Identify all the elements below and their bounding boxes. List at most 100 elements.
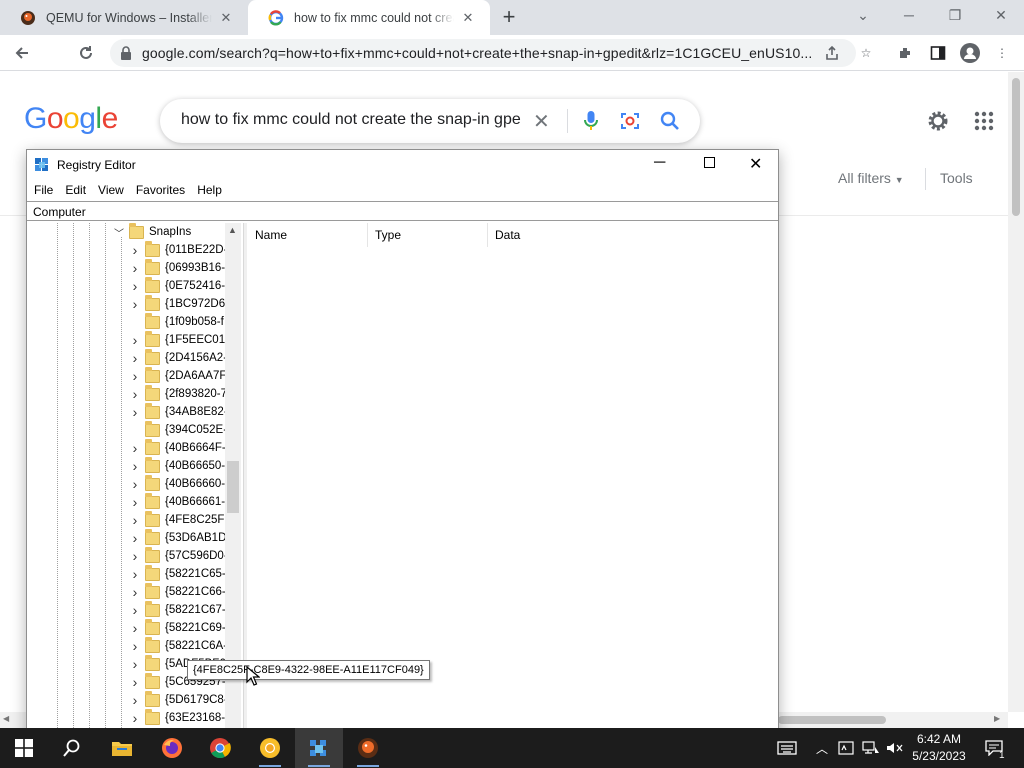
tree-collapsed-chevron-icon[interactable]: › [128, 692, 142, 708]
tree-collapsed-chevron-icon[interactable]: › [128, 548, 142, 564]
tree-node-clsid[interactable]: › {1BC972D6- [128, 294, 229, 313]
bookmark-star-icon[interactable]: ☆ [853, 40, 879, 66]
tab-close-icon[interactable]: ✕ [218, 10, 234, 26]
share-icon[interactable] [824, 45, 840, 61]
menu-help[interactable]: Help [191, 180, 228, 200]
tree-node-clsid[interactable]: {394C052E- [128, 420, 227, 439]
tree-collapsed-chevron-icon[interactable]: › [128, 386, 142, 402]
touch-keyboard-icon[interactable] [776, 728, 798, 768]
regedit-minimize-icon[interactable]: ─ [654, 154, 665, 172]
taskbar-file-explorer[interactable] [98, 728, 146, 768]
regedit-close-icon[interactable]: ✕ [749, 154, 762, 174]
tree-node-clsid[interactable]: › {2f893820-7 [128, 384, 227, 403]
taskbar-chrome[interactable] [196, 728, 244, 768]
tree-node-clsid[interactable]: {1f09b058-f [128, 312, 224, 331]
tab-close-icon[interactable]: ✕ [460, 10, 476, 26]
tree-node-clsid[interactable]: › {40B6664F- [128, 438, 226, 457]
close-window-icon[interactable]: ✕ [978, 0, 1024, 30]
clear-search-icon[interactable]: ✕ [533, 109, 550, 134]
profile-avatar-icon[interactable] [957, 40, 983, 66]
ethernet-icon[interactable] [861, 728, 881, 768]
tree-collapsed-chevron-icon[interactable]: › [128, 620, 142, 636]
menu-edit[interactable]: Edit [59, 180, 92, 200]
new-tab-plus-icon[interactable]: + [498, 6, 520, 29]
tree-collapsed-chevron-icon[interactable]: › [128, 656, 142, 672]
tab-google-search[interactable]: how to fix mmc could not create ✕ [248, 0, 490, 35]
tree-collapsed-chevron-icon[interactable]: › [128, 350, 142, 366]
taskbar-clock[interactable]: 6:42 AM 5/23/2023 [907, 731, 971, 765]
tree-node-clsid[interactable]: › {40B66650- [128, 456, 225, 475]
taskbar-search-button[interactable] [48, 728, 96, 768]
all-filters-dropdown[interactable]: All filters ▼ [838, 170, 904, 186]
tree-node-clsid[interactable]: › {34AB8E82- [128, 402, 228, 421]
tree-collapsed-chevron-icon[interactable]: › [128, 458, 142, 474]
tab-search-chevron-icon[interactable]: ⌄ [840, 0, 886, 30]
menu-view[interactable]: View [92, 180, 130, 200]
taskbar-qemu[interactable] [344, 728, 392, 768]
tree-node-clsid[interactable]: › {57C596D0- [128, 546, 228, 565]
tree-node-clsid[interactable]: › {1F5EEC01- [128, 330, 229, 349]
tree-collapsed-chevron-icon[interactable]: › [128, 278, 142, 294]
address-bar[interactable]: google.com/search?q=how+to+fix+mmc+could… [110, 39, 856, 67]
column-header-name[interactable]: Name [248, 223, 368, 247]
tree-collapsed-chevron-icon[interactable]: › [128, 494, 142, 510]
regedit-maximize-icon[interactable] [704, 157, 715, 168]
tree-collapsed-chevron-icon[interactable]: › [128, 512, 142, 528]
search-icon[interactable] [660, 111, 680, 131]
tree-collapsed-chevron-icon[interactable]: › [128, 638, 142, 654]
volume-muted-icon[interactable] [885, 728, 905, 768]
tree-node-clsid[interactable]: › {58221C65- [128, 564, 226, 583]
minimize-icon[interactable]: ─ [886, 0, 932, 30]
tree-collapsed-chevron-icon[interactable]: › [128, 566, 142, 582]
tree-node-clsid[interactable]: › {40B66661- [128, 492, 225, 511]
tree-expanded-chevron-icon[interactable]: ﹀ [112, 225, 126, 240]
tree-node-clsid[interactable]: › {4FE8C25F [128, 510, 224, 529]
tools-button[interactable]: Tools [940, 170, 973, 186]
tree-collapsed-chevron-icon[interactable]: › [128, 584, 142, 600]
tree-collapsed-chevron-icon[interactable]: › [128, 260, 142, 276]
google-logo[interactable]: Google [24, 102, 118, 136]
tree-collapsed-chevron-icon[interactable]: › [128, 404, 142, 420]
taskbar-firefox[interactable] [148, 728, 196, 768]
horizontal-scroll-thumb[interactable] [778, 716, 886, 724]
page-vertical-scrollbar[interactable] [1008, 72, 1024, 712]
tree-node-clsid[interactable]: › {58221C66- [128, 582, 226, 601]
tree-node-clsid[interactable]: › {2D4156A2- [128, 348, 227, 367]
chrome-menu-icon[interactable]: ⋮ [989, 40, 1015, 66]
taskbar-registry-editor[interactable] [295, 728, 343, 768]
registry-editor-window[interactable]: Registry Editor ─ ✕ File Edit View Favor… [26, 149, 779, 740]
search-query-text[interactable]: how to fix mmc could not create the snap… [181, 111, 521, 129]
tree-node-clsid[interactable]: › {5D6179C8- [128, 690, 228, 709]
tree-node-clsid[interactable]: › {58221C69- [128, 618, 226, 637]
tree-scroll-thumb[interactable] [227, 461, 239, 513]
menu-favorites[interactable]: Favorites [130, 180, 191, 200]
regedit-title-bar[interactable]: Registry Editor ─ ✕ [27, 150, 778, 180]
notification-center-icon[interactable]: 1 [981, 728, 1007, 768]
vertical-scroll-thumb[interactable] [1012, 78, 1020, 216]
back-arrow-icon[interactable] [9, 40, 35, 66]
tree-scroll-up-icon[interactable]: ▲ [228, 225, 237, 235]
tree-node-clsid[interactable]: › {53D6AB1D [128, 528, 226, 547]
column-header-data[interactable]: Data [488, 223, 778, 247]
scroll-right-arrow-icon[interactable]: ▶ [994, 714, 1000, 723]
settings-gear-icon[interactable] [926, 109, 950, 133]
lock-icon[interactable] [120, 46, 132, 60]
tree-node-snapins[interactable]: ﹀ SnapIns [112, 223, 191, 241]
scroll-left-arrow-icon[interactable]: ◀ [3, 714, 9, 723]
tree-collapsed-chevron-icon[interactable]: › [128, 476, 142, 492]
column-header-type[interactable]: Type [368, 223, 488, 247]
tree-collapsed-chevron-icon[interactable]: › [128, 602, 142, 618]
network-warning-icon[interactable] [837, 728, 855, 768]
tree-collapsed-chevron-icon[interactable]: › [128, 710, 142, 726]
tree-node-clsid[interactable]: › {40B66660- [128, 474, 225, 493]
tree-collapsed-chevron-icon[interactable]: › [128, 332, 142, 348]
reload-icon[interactable] [73, 40, 99, 66]
tree-collapsed-chevron-icon[interactable]: › [128, 674, 142, 690]
tree-node-clsid[interactable]: › {2DA6AA7F [128, 366, 226, 385]
restore-icon[interactable]: ❐ [932, 0, 978, 30]
google-search-box[interactable]: how to fix mmc could not create the snap… [160, 99, 700, 143]
regedit-address-bar[interactable]: Computer [27, 201, 778, 221]
taskbar-chrome-canary[interactable] [246, 728, 294, 768]
tree-collapsed-chevron-icon[interactable]: › [128, 530, 142, 546]
start-button[interactable] [0, 728, 48, 768]
